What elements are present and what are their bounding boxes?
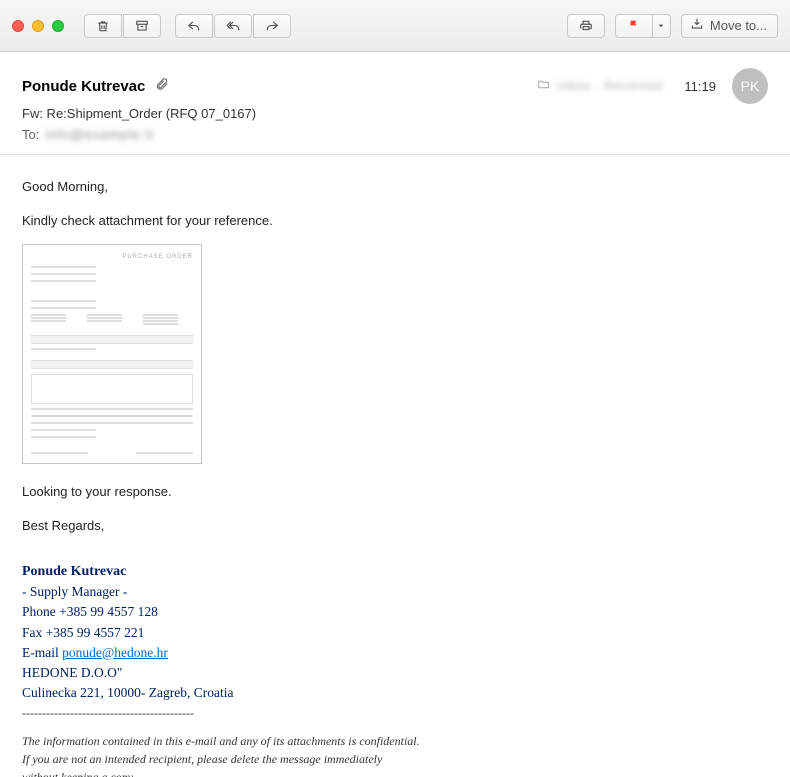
message-time: 11:19	[684, 79, 716, 94]
flag-dropdown-icon[interactable]	[653, 14, 671, 38]
body-line2: Looking to your response.	[22, 482, 768, 502]
minimize-window-button[interactable]	[32, 20, 44, 32]
sig-name: Ponude Kutrevac	[22, 561, 768, 582]
disclaimer: The information contained in this e-mail…	[22, 732, 768, 777]
signature-block: Ponude Kutrevac - Supply Manager - Phone…	[22, 561, 768, 704]
attachment-icon	[155, 77, 169, 96]
sig-company: HEDONE D.O.O"	[22, 663, 768, 683]
folder-name: Inbox · Received	[556, 79, 662, 93]
move-to-label: Move to...	[710, 18, 767, 33]
sig-address: Culinecka 221, 10000- Zagreb, Croatia	[22, 683, 768, 703]
disclaimer-l3: without keeping a copy.	[22, 768, 768, 777]
body-closing: Best Regards,	[22, 516, 768, 536]
inbox-download-icon	[690, 17, 704, 34]
mail-window: Move to... Ponude Kutrevac Inbox · Recei…	[0, 0, 790, 777]
avatar: PK	[732, 68, 768, 104]
close-window-button[interactable]	[12, 20, 24, 32]
to-value: info@example.it	[45, 127, 153, 142]
body-line1: Kindly check attachment for your referen…	[22, 211, 768, 231]
disclaimer-l2: If you are not an intended recipient, pl…	[22, 750, 768, 768]
disclaimer-dash: ----------------------------------------…	[22, 704, 768, 722]
sig-email-label: E-mail	[22, 645, 62, 660]
folder-meta: Inbox · Received	[537, 78, 662, 94]
message-subject: Fw: Re:Shipment_Order (RFQ 07_0167)	[22, 106, 768, 121]
sig-title: - Supply Manager -	[22, 582, 768, 602]
sig-email-line: E-mail ponude@hedone.hr	[22, 643, 768, 663]
window-controls	[12, 20, 64, 32]
forward-button[interactable]	[253, 14, 291, 38]
sig-fax: Fax +385 99 4557 221	[22, 623, 768, 643]
reply-all-button[interactable]	[214, 14, 252, 38]
delete-button[interactable]	[84, 14, 122, 38]
folder-icon	[537, 78, 550, 94]
to-label: To:	[22, 127, 39, 142]
to-line: To: info@example.it	[22, 127, 768, 142]
reply-button[interactable]	[175, 14, 213, 38]
body-greeting: Good Morning,	[22, 177, 768, 197]
reply-group	[175, 14, 291, 38]
sig-phone: Phone +385 99 4557 128	[22, 602, 768, 622]
archive-button[interactable]	[123, 14, 161, 38]
move-to-button[interactable]: Move to...	[681, 14, 778, 38]
sig-email-link[interactable]: ponude@hedone.hr	[62, 645, 168, 660]
message-body: Good Morning, Kindly check attachment fo…	[0, 155, 790, 777]
disclaimer-l1: The information contained in this e-mail…	[22, 732, 768, 750]
sender-name: Ponude Kutrevac	[22, 78, 145, 95]
window-titlebar: Move to...	[0, 0, 790, 52]
message-header: Ponude Kutrevac Inbox · Received 11:19 P…	[0, 52, 790, 155]
message-actions-group	[84, 14, 161, 38]
print-button[interactable]	[567, 14, 605, 38]
zoom-window-button[interactable]	[52, 20, 64, 32]
flag-icon[interactable]	[615, 14, 653, 38]
attachment-preview[interactable]: PURCHASE ORDER	[22, 244, 202, 464]
attachment-title: PURCHASE ORDER	[31, 253, 193, 262]
flag-menu[interactable]	[615, 14, 671, 38]
